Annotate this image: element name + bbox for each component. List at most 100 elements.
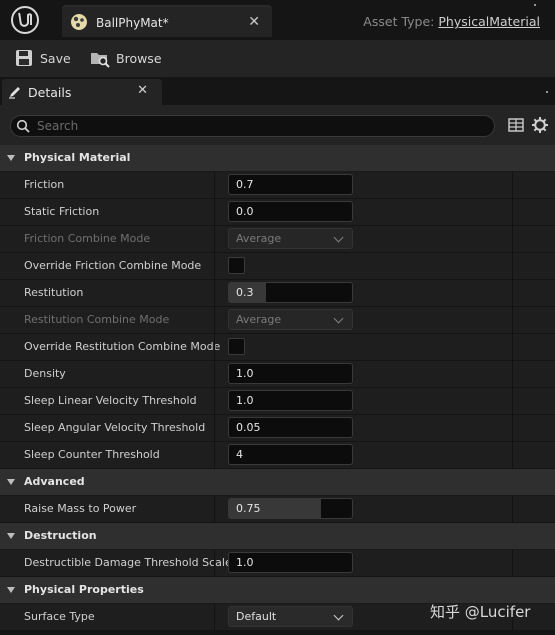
column-divider [512,253,513,280]
friction-input[interactable]: 0.7 [228,174,353,195]
category-label: Physical Properties [24,583,144,596]
sleep-angular-velocity-threshold-input[interactable]: 0.05 [228,417,353,438]
title-bar: BallPhyMat* ✕ Asset Type: PhysicalMateri… [0,0,555,40]
property-row-raise-mass-to-power: Raise Mass to Power 0.75 [0,496,555,523]
asset-type-link[interactable]: PhysicalMaterial [438,14,540,29]
sleep-linear-velocity-threshold-value: 1.0 [236,394,254,407]
column-divider [512,199,513,226]
save-button[interactable]: Save [14,48,71,68]
details-tab-strip: Details ✕ [0,77,555,105]
close-details-tab-icon[interactable]: ✕ [137,83,148,98]
surface-type-value: Default [236,610,277,623]
chevron-down-icon [333,232,344,243]
column-divider [512,388,513,415]
pencil-icon [9,87,20,99]
column-divider[interactable] [214,415,215,442]
asset-tab[interactable]: BallPhyMat* ✕ [62,5,272,37]
property-name: Restitution Combine Mode [24,313,170,326]
category-label: Advanced [24,475,85,488]
property-name: Override Restitution Combine Mode [24,340,221,353]
column-divider[interactable] [214,172,215,199]
details-tab-label: Details [28,85,72,100]
column-divider[interactable] [214,199,215,226]
property-name: Sleep Counter Threshold [24,448,160,461]
property-row-friction: Friction 0.7 [0,172,555,199]
collapse-arrow-icon[interactable] [7,533,15,539]
browse-button[interactable]: Browse [90,48,162,68]
property-row-sleep-counter-threshold: Sleep Counter Threshold 4 [0,442,555,469]
category-physical-properties[interactable]: Physical Properties [0,577,555,604]
column-divider[interactable] [214,226,215,253]
chevron-down-icon [333,313,344,324]
property-row-sleep-angular-velocity-threshold: Sleep Angular Velocity Threshold 0.05 [0,415,555,442]
details-tab[interactable]: Details ✕ [2,79,162,105]
restitution-slider-input[interactable]: 0.3 [228,282,353,303]
column-divider [512,361,513,388]
category-advanced[interactable]: Advanced [0,469,555,496]
property-name: Surface Type [24,610,95,623]
column-divider[interactable] [214,604,215,631]
property-row-density: Density 1.0 [0,361,555,388]
property-name: Raise Mass to Power [24,502,137,515]
sleep-counter-threshold-input[interactable]: 4 [228,444,353,465]
details-property-list: Physical Material Friction 0.7 Static Fr… [0,145,555,631]
column-divider[interactable] [214,307,215,334]
property-row-override-friction-combine-mode: Override Friction Combine Mode [0,253,555,280]
asset-type-label: Asset Type: PhysicalMaterial [363,14,540,29]
property-name: Restitution [24,286,84,299]
property-matrix-icon[interactable] [508,117,524,133]
static-friction-value: 0.0 [236,205,254,218]
search-input[interactable] [37,118,477,134]
sleep-angular-velocity-threshold-value: 0.05 [236,421,261,434]
restitution-combine-mode-value: Average [236,313,282,326]
column-divider[interactable] [214,496,215,523]
column-divider[interactable] [214,253,215,280]
column-divider [512,496,513,523]
unreal-logo-icon[interactable] [4,0,46,40]
collapse-arrow-icon[interactable] [7,587,15,593]
destructible-damage-threshold-scale-input[interactable]: 1.0 [228,552,353,573]
property-name: Density [24,367,66,380]
destructible-damage-threshold-scale-value: 1.0 [236,556,254,569]
category-destruction[interactable]: Destruction [0,523,555,550]
property-row-sleep-linear-velocity-threshold: Sleep Linear Velocity Threshold 1.0 [0,388,555,415]
density-input[interactable]: 1.0 [228,363,353,384]
column-divider[interactable] [214,442,215,469]
chevron-down-icon [333,610,344,621]
toolbar: Save Browse [0,40,555,77]
property-name: Sleep Angular Velocity Threshold [24,421,206,434]
surface-type-dropdown[interactable]: Default [228,606,353,627]
close-tab-icon[interactable]: ✕ [248,14,260,30]
property-row-static-friction: Static Friction 0.0 [0,199,555,226]
override-restitution-combine-mode-checkbox[interactable] [228,338,245,355]
collapse-arrow-icon[interactable] [7,479,15,485]
column-divider[interactable] [214,361,215,388]
restitution-value: 0.3 [236,286,254,299]
column-divider [512,280,513,307]
asset-tab-title: BallPhyMat* [96,16,169,30]
sleep-linear-velocity-threshold-input[interactable]: 1.0 [228,390,353,411]
column-divider[interactable] [214,550,215,577]
property-row-override-restitution-combine-mode: Override Restitution Combine Mode [0,334,555,361]
raise-mass-to-power-slider-input[interactable]: 0.75 [228,498,353,519]
column-divider [512,442,513,469]
category-physical-material[interactable]: Physical Material [0,145,555,172]
window-corner-dot [534,4,536,6]
gear-icon[interactable] [531,116,549,134]
property-row-friction-combine-mode: Friction Combine Mode Average [0,226,555,253]
column-divider[interactable] [214,334,215,361]
browse-folder-icon [91,53,110,68]
property-name: Friction [24,178,65,191]
column-divider [512,307,513,334]
column-divider[interactable] [214,388,215,415]
category-label: Physical Material [24,151,131,164]
property-name: Sleep Linear Velocity Threshold [24,394,197,407]
static-friction-input[interactable]: 0.0 [228,201,353,222]
column-divider[interactable] [214,280,215,307]
override-friction-combine-mode-checkbox[interactable] [228,257,245,274]
friction-value: 0.7 [236,178,254,191]
property-row-restitution-combine-mode: Restitution Combine Mode Average [0,307,555,334]
collapse-arrow-icon[interactable] [7,155,15,161]
watermark-text: 知乎 @Lucifer [430,603,531,621]
search-box[interactable] [10,115,495,137]
